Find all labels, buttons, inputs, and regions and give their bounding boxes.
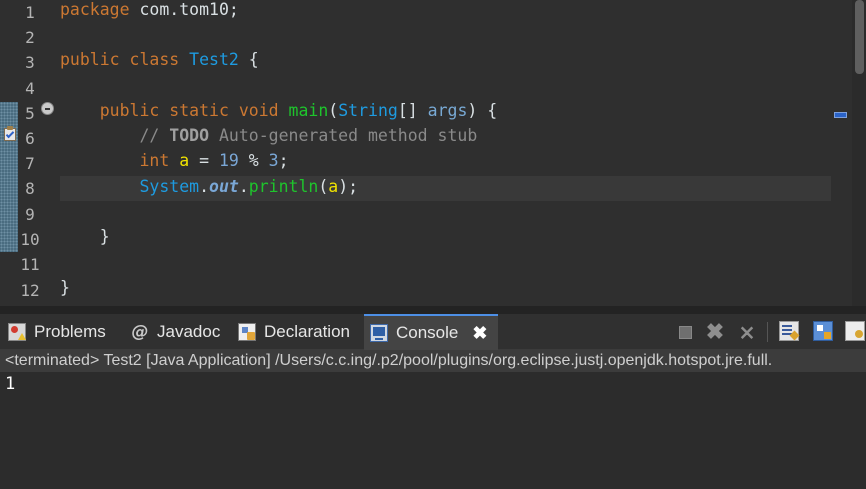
keyword-token: int (139, 151, 170, 170)
code-token: . (199, 177, 210, 196)
comment-token: Auto-generated method stub (209, 126, 478, 145)
line-number: 8 (25, 179, 35, 198)
code-token: . (238, 177, 249, 196)
code-editor[interactable]: 1 2 3 4 5 6 7 8 9 10 11 12 package com.t… (0, 0, 866, 306)
code-token: { (238, 50, 259, 69)
todo-tag: TODO (169, 126, 210, 145)
tab-label: Console (396, 323, 459, 342)
class-name-token: System (139, 177, 200, 196)
keyword-token: public (99, 101, 160, 120)
keyword-token: package (60, 0, 130, 19)
tab-console[interactable]: Console ✖ (364, 314, 498, 350)
clear-console-icon[interactable] (779, 321, 799, 341)
line-number: 6 (25, 129, 35, 148)
show-console-icon[interactable] (845, 321, 865, 341)
number-token: 3 (268, 151, 279, 170)
console-output[interactable]: 1 (5, 372, 15, 396)
local-variable-token: a (179, 151, 190, 170)
view-tab-bar: Problems @ Javadoc Declaration Console ✖… (0, 314, 866, 350)
comment-token: // (139, 126, 170, 145)
line-number: 7 (25, 154, 35, 173)
code-token: ) { (467, 101, 498, 120)
remove-icon: ✖ (705, 319, 725, 344)
method-name-token: main (288, 101, 329, 120)
code-token: ); (338, 177, 359, 196)
console-view: Problems @ Javadoc Declaration Console ✖… (0, 314, 866, 489)
remove-all-icon: ⨯ (738, 321, 756, 344)
code-token: ( (318, 177, 329, 196)
code-token: ; (278, 151, 289, 170)
local-variable-token: a (328, 177, 339, 196)
code-token: = (189, 151, 219, 170)
code-line-5: public static void main(String[] args) { (60, 98, 497, 124)
parameter-token: args (427, 101, 468, 120)
code-line-1: package com.tom10; (60, 0, 239, 23)
code-line-7: int a = 19 % 3; (60, 148, 289, 174)
line-number: 12 (20, 281, 40, 300)
scroll-lock-icon[interactable] (813, 321, 833, 341)
tab-label: Javadoc (157, 322, 221, 341)
code-token: % (238, 151, 269, 170)
tab-label: Problems (34, 322, 106, 341)
line-number: 1 (25, 3, 35, 22)
tab-declaration[interactable]: Declaration (232, 314, 356, 350)
editor-scrollbar-thumb[interactable] (855, 0, 864, 74)
static-field-token: out (209, 177, 239, 196)
keyword-token: static (169, 101, 229, 120)
terminate-button[interactable] (674, 321, 696, 343)
type-token: String (338, 101, 398, 120)
line-number: 9 (25, 205, 35, 224)
remove-all-terminated-button[interactable]: ⨯ (736, 321, 758, 344)
code-token: } (60, 278, 70, 297)
keyword-token: void (238, 101, 279, 120)
javadoc-icon: @ (131, 322, 149, 342)
task-marker-icon[interactable] (3, 125, 18, 142)
overview-ruler-marker[interactable] (834, 112, 847, 118)
tab-label: Declaration (264, 322, 350, 341)
line-number: 2 (25, 28, 35, 47)
declaration-icon (238, 323, 256, 341)
code-line-3: public class Test2 { (60, 47, 259, 73)
close-tab-icon[interactable]: ✖ (472, 323, 487, 344)
code-token: } (99, 227, 110, 246)
collapse-fold-icon[interactable] (41, 102, 54, 115)
line-number: 5 (25, 104, 35, 123)
code-token: ( (328, 101, 339, 120)
line-number: 4 (25, 79, 35, 98)
line-number: 3 (25, 53, 35, 72)
code-line-10: } (60, 224, 110, 250)
tab-problems[interactable]: Problems (2, 314, 112, 350)
code-line-8: System.out.println(a); (60, 174, 358, 200)
toolbar-separator (767, 322, 768, 342)
line-number: 11 (20, 255, 40, 274)
console-icon (370, 324, 388, 342)
line-number: 10 (20, 230, 40, 249)
console-process-label: <terminated> Test2 [Java Application] /U… (0, 350, 866, 372)
problems-icon (8, 323, 26, 341)
tab-javadoc[interactable]: @ Javadoc (125, 314, 226, 350)
remove-launch-button[interactable]: ✖ (704, 319, 726, 344)
number-token: 19 (218, 151, 239, 170)
keyword-token: public (60, 50, 120, 69)
code-line-12: } (60, 275, 70, 301)
code-token: [] (397, 101, 428, 120)
keyword-token: class (129, 50, 180, 69)
view-sash[interactable] (0, 306, 866, 314)
code-line-6: // TODO Auto-generated method stub (60, 123, 477, 149)
code-token: com.tom10; (129, 0, 239, 19)
class-name-token: Test2 (189, 50, 239, 69)
method-name-token: println (248, 177, 319, 196)
stop-icon (678, 325, 692, 339)
